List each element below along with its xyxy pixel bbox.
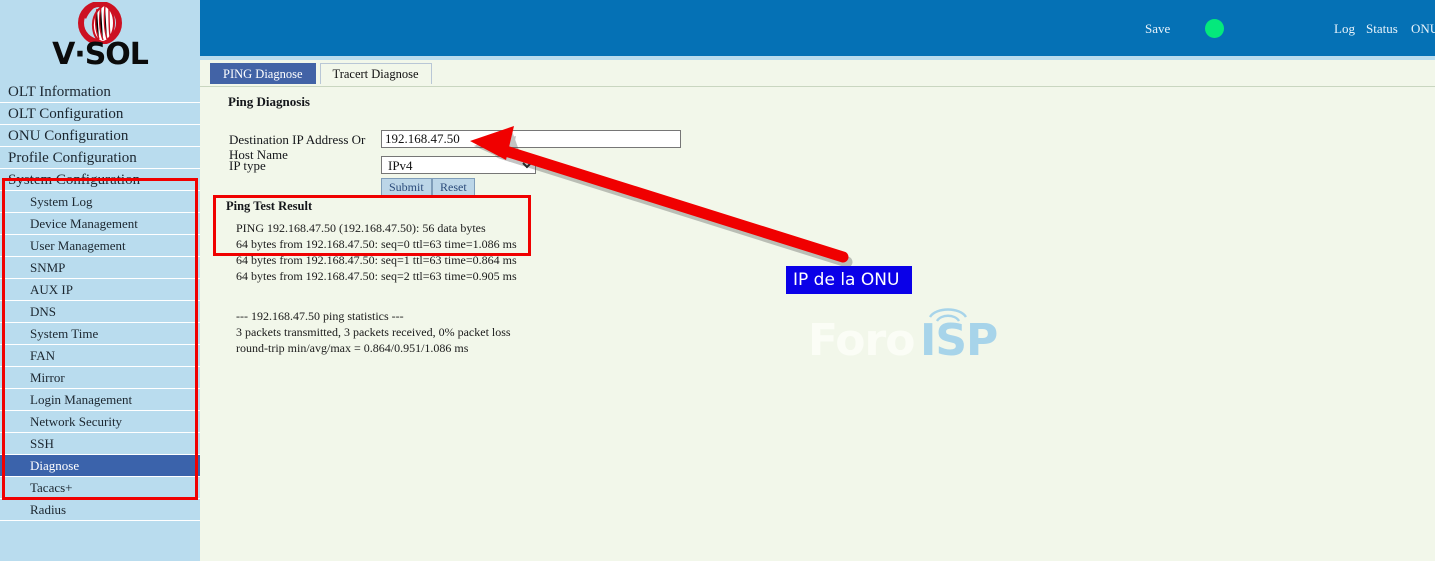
sidebar-item-label: Device Management bbox=[30, 216, 138, 231]
sidebar-item-label: Diagnose bbox=[30, 458, 80, 473]
sidebar-item-label: System Log bbox=[30, 194, 93, 209]
page-title: Ping Diagnosis bbox=[228, 94, 310, 109]
sidebar-item-label: FAN bbox=[30, 348, 56, 363]
sidebar-item-label: AUX IP bbox=[30, 282, 73, 297]
sidebar-item-label: Tacacs+ bbox=[30, 480, 73, 495]
sidebar-item-label: OLT Information bbox=[8, 84, 111, 100]
sidebar-item-label: Radius bbox=[30, 502, 67, 517]
foroisp-watermark: Foro ISP bbox=[808, 303, 1023, 369]
sidebar-item-ssh[interactable]: SSH bbox=[0, 433, 200, 455]
sidebar-item-tacacs[interactable]: Tacacs+ bbox=[0, 477, 200, 499]
ping-output-lines: PING 192.168.47.50 (192.168.47.50): 56 d… bbox=[236, 221, 517, 283]
sidebar-item-label: System Time bbox=[30, 326, 99, 341]
sidebar-item-label: OLT Configuration bbox=[8, 106, 124, 122]
sidebar-item-label: Mirror bbox=[30, 370, 65, 385]
sidebar: V·SOL OLT Information OLT Configuration … bbox=[0, 0, 200, 561]
sidebar-item-label: Network Security bbox=[30, 414, 123, 429]
submit-button[interactable]: Submit bbox=[381, 178, 432, 196]
sidebar-item-network-security[interactable]: Network Security bbox=[0, 411, 200, 433]
reset-button[interactable]: Reset bbox=[432, 178, 475, 196]
brand-logo: V·SOL bbox=[0, 0, 200, 81]
sidebar-item-device-management[interactable]: Device Management bbox=[0, 213, 200, 235]
tab-ping-diagnose[interactable]: PING Diagnose bbox=[210, 63, 316, 84]
sidebar-item-fan[interactable]: FAN bbox=[0, 345, 200, 367]
header-link-log[interactable]: Log bbox=[1334, 21, 1355, 37]
annotation-label-box: IP de la ONU bbox=[786, 266, 912, 294]
sidebar-item-login-management[interactable]: Login Management bbox=[0, 389, 200, 411]
tab-bar: PING Diagnose Tracert Diagnose bbox=[210, 63, 432, 86]
result-title: Ping Test Result bbox=[226, 199, 313, 213]
sidebar-item-label: DNS bbox=[30, 304, 57, 319]
tab-label: PING Diagnose bbox=[223, 67, 303, 81]
sidebar-item-label: System Configuration bbox=[8, 172, 141, 188]
sidebar-item-label: ONU Configuration bbox=[8, 128, 129, 144]
sidebar-sub-menu: System Log Device Management User Manage… bbox=[0, 191, 200, 521]
ping-statistics-lines: --- 192.168.47.50 ping statistics --- 3 … bbox=[236, 309, 511, 355]
sidebar-item-radius[interactable]: Radius bbox=[0, 499, 200, 521]
tab-underline bbox=[200, 86, 1435, 87]
sidebar-item-aux-ip[interactable]: AUX IP bbox=[0, 279, 200, 301]
brand-name: V·SOL bbox=[52, 37, 149, 72]
watermark-text-foro: Foro bbox=[808, 315, 915, 366]
sidebar-item-system-log[interactable]: System Log bbox=[0, 191, 200, 213]
header-link-status[interactable]: Status bbox=[1366, 21, 1398, 37]
sidebar-item-mirror[interactable]: Mirror bbox=[0, 367, 200, 389]
annotation-label-text: IP de la ONU bbox=[793, 270, 900, 290]
sidebar-item-olt-information[interactable]: OLT Information bbox=[0, 81, 200, 103]
header-link-onu[interactable]: ONU bbox=[1411, 21, 1435, 37]
sidebar-item-snmp[interactable]: SNMP bbox=[0, 257, 200, 279]
watermark-text-isp: ISP bbox=[920, 315, 998, 366]
tab-label: Tracert Diagnose bbox=[332, 67, 419, 81]
sidebar-top-menu: OLT Information OLT Configuration ONU Co… bbox=[0, 81, 200, 191]
sidebar-item-onu-configuration[interactable]: ONU Configuration bbox=[0, 125, 200, 147]
sidebar-item-diagnose[interactable]: Diagnose bbox=[0, 455, 200, 477]
status-indicator-dot bbox=[1205, 19, 1224, 38]
sidebar-item-label: Profile Configuration bbox=[8, 150, 137, 166]
sidebar-item-label: Login Management bbox=[30, 392, 133, 407]
tab-tracert-diagnose[interactable]: Tracert Diagnose bbox=[319, 63, 432, 84]
ip-type-label: IP type bbox=[229, 158, 266, 173]
sidebar-item-user-management[interactable]: User Management bbox=[0, 235, 200, 257]
sidebar-item-dns[interactable]: DNS bbox=[0, 301, 200, 323]
sidebar-item-label: SNMP bbox=[30, 260, 66, 275]
sidebar-item-system-time[interactable]: System Time bbox=[0, 323, 200, 345]
sidebar-item-profile-configuration[interactable]: Profile Configuration bbox=[0, 147, 200, 169]
main-content: PING Diagnose Tracert Diagnose Ping Diag… bbox=[200, 60, 1435, 561]
sidebar-item-system-configuration[interactable]: System Configuration bbox=[0, 169, 200, 191]
top-header-bar: Save Log Status ONU bbox=[200, 0, 1435, 56]
sidebar-item-label: User Management bbox=[30, 238, 126, 253]
destination-input[interactable] bbox=[381, 130, 681, 148]
sidebar-item-olt-configuration[interactable]: OLT Configuration bbox=[0, 103, 200, 125]
sidebar-item-label: SSH bbox=[30, 436, 54, 451]
ip-type-select[interactable]: IPv4 bbox=[381, 156, 536, 174]
page-root: V·SOL OLT Information OLT Configuration … bbox=[0, 0, 1435, 561]
save-button[interactable]: Save bbox=[1145, 21, 1170, 37]
wifi-signal-icon bbox=[928, 308, 968, 322]
